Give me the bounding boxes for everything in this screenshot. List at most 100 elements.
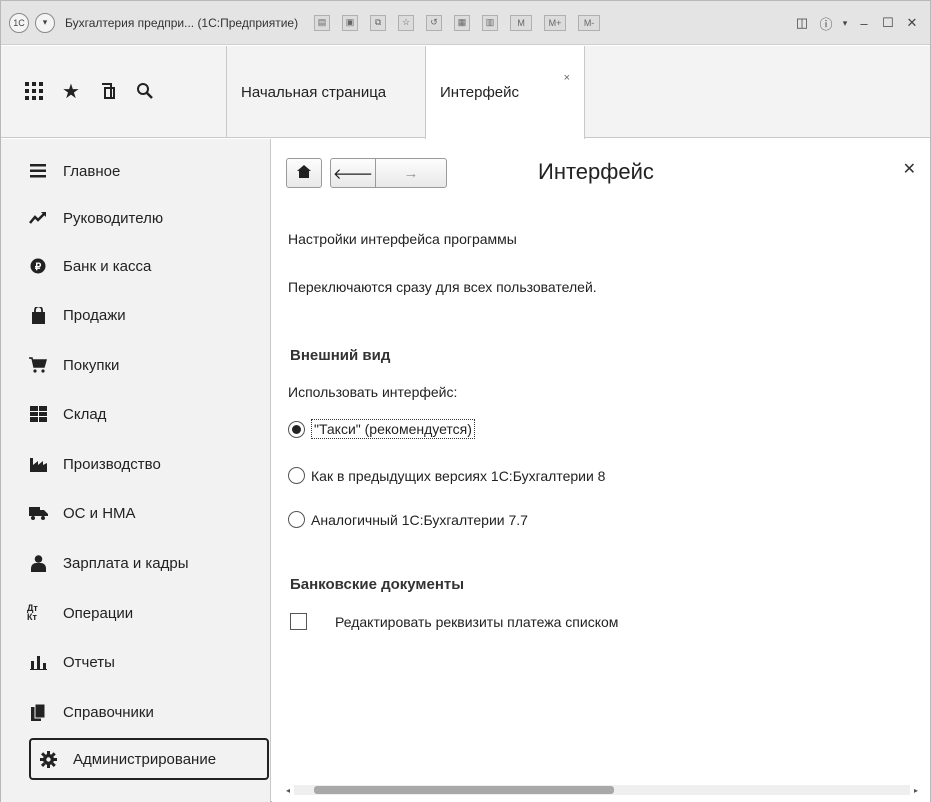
- search-icon[interactable]: [134, 80, 156, 102]
- arrow-right-icon: →: [403, 164, 419, 182]
- radio-like-77[interactable]: Аналогичный 1С:Бухгалтерии 7.7: [288, 511, 528, 528]
- radio-button-selected[interactable]: [288, 420, 305, 438]
- radio-previous-versions[interactable]: Как в предыдущих версиях 1С:Бухгалтерии …: [288, 467, 605, 484]
- factory-icon: [27, 453, 49, 475]
- checkbox[interactable]: [290, 613, 307, 630]
- minimize-icon[interactable]: –: [854, 13, 874, 33]
- calendar-icon[interactable]: ▥: [482, 14, 499, 31]
- books-icon: [27, 701, 49, 723]
- warehouse-icon: [27, 403, 49, 425]
- tab-label: Интерфейс: [440, 84, 520, 101]
- memory-m-icon[interactable]: M: [510, 14, 533, 31]
- tab-label: Начальная страница: [241, 83, 387, 101]
- tab-interface[interactable]: Интерфейс ×: [425, 46, 585, 139]
- sidebar-item-label: Покупки: [63, 356, 120, 374]
- sidebar-item-salary[interactable]: Зарплата и кадры: [27, 543, 269, 583]
- sections-sidebar: Главное Руководителю ₽ Банк и касса Прод…: [1, 139, 271, 802]
- maximize-icon[interactable]: ☐: [878, 13, 898, 33]
- sidebar-item-main[interactable]: Главное: [27, 151, 269, 191]
- sidebar-item-label: Продажи: [63, 306, 126, 324]
- sidebar-item-label: Банк и касса: [63, 257, 152, 275]
- forward-button[interactable]: →: [375, 158, 447, 188]
- favorite-icon[interactable]: ☆: [398, 14, 415, 31]
- radio-taxi[interactable]: "Такси" (рекомендуется): [288, 419, 475, 439]
- save-icon[interactable]: ▣: [342, 14, 359, 31]
- home-icon: [297, 164, 311, 182]
- radio-label: Аналогичный 1С:Бухгалтерии 7.7: [311, 511, 528, 528]
- tab-close-icon[interactable]: ×: [564, 72, 570, 84]
- window-title: Бухгалтерия предпри... (1С:Предприятие): [65, 15, 299, 30]
- sidebar-item-label: Главное: [63, 162, 121, 180]
- debit-credit-icon: Дт Кт: [27, 603, 38, 622]
- sidebar-item-bank[interactable]: ₽ Банк и касса: [27, 246, 269, 286]
- sidebar-item-label: Руководителю: [63, 209, 164, 227]
- sidebar-item-catalogs[interactable]: Справочники: [27, 692, 269, 732]
- trend-chart-icon: [27, 207, 49, 229]
- person-icon: [27, 552, 49, 574]
- scroll-track[interactable]: [294, 785, 910, 795]
- sidebar-item-label: Справочники: [63, 703, 154, 721]
- shopping-cart-icon: [27, 354, 49, 376]
- checkbox-edit-payment-details[interactable]: Редактировать реквизиты платежа списком: [290, 613, 618, 630]
- app-logo-icon[interactable]: 1С: [9, 12, 29, 33]
- info-icon[interactable]: ⓘ: [816, 13, 836, 33]
- copy-icon[interactable]: ⧉: [370, 14, 387, 31]
- info-dropdown-icon[interactable]: ▾: [840, 13, 850, 33]
- radio-label: "Такси" (рекомендуется): [311, 419, 475, 439]
- hamburger-icon: [27, 160, 49, 182]
- window-controls: ◫ ⓘ ▾ – ☐ ✕: [788, 13, 922, 33]
- scroll-thumb[interactable]: [314, 786, 614, 794]
- bar-chart-icon: [27, 651, 49, 673]
- calculator-icon[interactable]: ▦: [454, 14, 471, 31]
- sidebar-item-manager[interactable]: Руководителю: [27, 198, 269, 238]
- back-button[interactable]: 🡐: [330, 158, 376, 188]
- toolbar-icons: ★: [23, 80, 171, 103]
- settings-subtitle: Настройки интерфейса программы: [288, 231, 517, 247]
- sidebar-item-label: Зарплата и кадры: [63, 554, 189, 572]
- section-heading-bank-docs: Банковские документы: [290, 576, 465, 593]
- sidebar-item-warehouse[interactable]: Склад: [27, 394, 269, 434]
- print-icon[interactable]: ▤: [314, 14, 331, 31]
- sidebar-item-operations[interactable]: Дт Кт Операции: [27, 593, 269, 633]
- memory-plus-icon[interactable]: M+: [544, 14, 567, 31]
- scroll-left-icon[interactable]: ◂: [282, 786, 294, 795]
- all-functions-grid-icon[interactable]: [23, 80, 45, 102]
- radio-button[interactable]: [288, 467, 305, 484]
- checkbox-label: Редактировать реквизиты платежа списком: [335, 613, 619, 630]
- sidebar-item-sales[interactable]: Продажи: [27, 295, 269, 335]
- arrow-left-icon: 🡐: [332, 165, 374, 183]
- shopping-bag-icon: [27, 304, 49, 326]
- titlebar-toolbar: ▤ ▣ ⧉ ☆ ↺ ▦ ▥ M M+ M-: [308, 14, 606, 31]
- favorites-star-icon[interactable]: ★: [60, 80, 82, 103]
- sidebar-item-label: Операции: [63, 604, 134, 622]
- sidebar-item-label: Склад: [63, 405, 107, 423]
- section-heading-appearance: Внешний вид: [290, 347, 391, 364]
- sidebar-item-purchases[interactable]: Покупки: [27, 345, 269, 385]
- sidebar-item-label: Отчеты: [63, 653, 115, 671]
- history-icon[interactable]: [97, 80, 119, 102]
- sidebar-item-administration[interactable]: Администрирование: [29, 738, 269, 780]
- sidebar-item-reports[interactable]: Отчеты: [27, 642, 269, 682]
- truck-icon: [27, 502, 49, 524]
- memory-minus-icon[interactable]: M-: [578, 14, 601, 31]
- title-bar: 1С ▾ Бухгалтерия предпри... (1С:Предприя…: [1, 1, 930, 45]
- sidebar-item-production[interactable]: Производство: [27, 444, 269, 484]
- history-icon[interactable]: ↺: [426, 14, 443, 31]
- menu-dropdown-icon[interactable]: ▾: [35, 12, 55, 33]
- close-icon[interactable]: ✕: [902, 13, 922, 33]
- home-button[interactable]: [286, 158, 322, 188]
- tab-home-page[interactable]: Начальная страница: [226, 46, 422, 138]
- horizontal-scrollbar[interactable]: ◂ ▸: [282, 784, 922, 796]
- app-window: 1С ▾ Бухгалтерия предпри... (1С:Предприя…: [0, 0, 931, 802]
- interface-settings-panel: 🡐 → Интерфейс ✕ Настройки интерфейса про…: [272, 139, 930, 802]
- scroll-right-icon[interactable]: ▸: [910, 786, 922, 795]
- sidebar-item-label: Администрирование: [73, 750, 217, 768]
- panel-layout-icon[interactable]: ◫: [792, 13, 812, 33]
- radio-label: Как в предыдущих версиях 1С:Бухгалтерии …: [311, 467, 606, 484]
- sidebar-item-fixed-assets[interactable]: ОС и НМА: [27, 493, 269, 533]
- radio-button[interactable]: [288, 511, 305, 528]
- ruble-coin-icon: ₽: [27, 255, 49, 277]
- sidebar-item-label: ОС и НМА: [63, 504, 136, 522]
- svg-text:₽: ₽: [35, 262, 42, 273]
- close-page-icon[interactable]: ✕: [903, 159, 916, 179]
